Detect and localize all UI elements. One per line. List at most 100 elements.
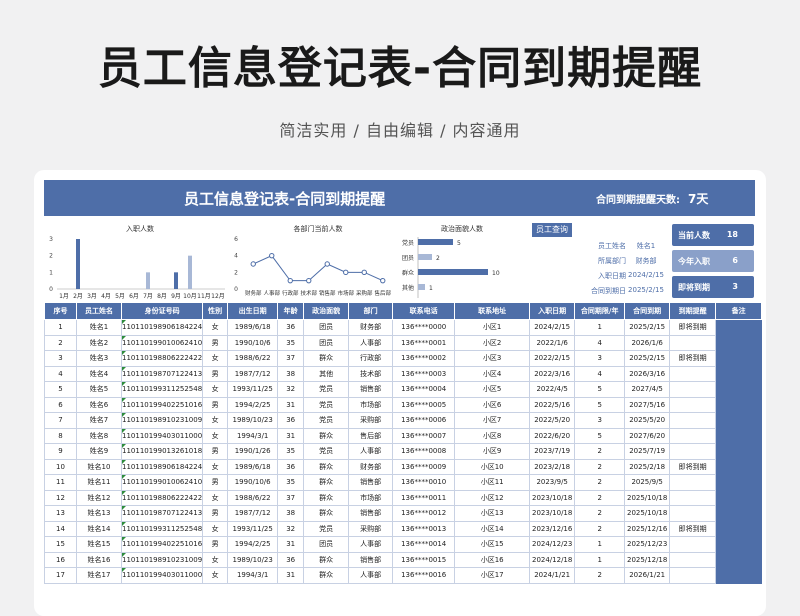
table-cell[interactable]: 小区8 xyxy=(454,427,531,444)
table-cell[interactable]: 姓名16 xyxy=(76,551,122,568)
table-cell[interactable]: 35 xyxy=(277,474,305,491)
table-cell[interactable] xyxy=(669,412,717,429)
table-cell[interactable]: 1988/6/22 xyxy=(227,489,279,506)
table-cell[interactable]: 11011019940301​1000 xyxy=(120,427,204,444)
table-cell[interactable] xyxy=(715,334,763,351)
table-cell[interactable]: 16 xyxy=(44,551,77,568)
table-cell[interactable]: 3 xyxy=(44,350,77,367)
table-cell[interactable]: 小区1 xyxy=(454,319,531,336)
table-cell[interactable]: 5 xyxy=(574,427,626,444)
table-cell[interactable]: 11011019891023​1009 xyxy=(120,551,204,568)
table-cell[interactable]: 2022/2/15 xyxy=(529,350,576,367)
table-cell[interactable]: 31 xyxy=(277,396,305,413)
table-cell[interactable]: 2 xyxy=(574,505,626,522)
table-cell[interactable]: 姓名13 xyxy=(76,505,122,522)
table-cell[interactable]: 女 xyxy=(202,412,229,429)
table-cell[interactable]: 136****0012 xyxy=(392,505,456,522)
table-cell[interactable]: 11011019901006​2410 xyxy=(120,474,204,491)
table-cell[interactable]: 2 xyxy=(574,474,626,491)
table-cell[interactable]: 1990/10/6 xyxy=(227,474,279,491)
table-row[interactable]: 16 姓名16 11011019891023​1009 女 1989/10/23 36 群众… xyxy=(44,551,763,568)
table-cell[interactable]: 女 xyxy=(202,427,229,444)
column-header[interactable]: 联系地址 xyxy=(454,302,531,320)
table-cell[interactable]: 2022/6/20 xyxy=(529,427,576,444)
table-cell[interactable]: 136****0007 xyxy=(392,427,456,444)
table-cell[interactable]: 17 xyxy=(44,567,77,584)
table-cell[interactable]: 2 xyxy=(574,443,626,460)
table-cell[interactable]: 15 xyxy=(44,536,77,553)
table-cell[interactable]: 小区7 xyxy=(454,412,531,429)
table-cell[interactable]: 1989/6/18 xyxy=(227,319,279,336)
column-header[interactable]: 年龄 xyxy=(277,302,305,320)
table-cell[interactable]: 团员 xyxy=(303,536,350,553)
table-cell[interactable]: 2023/9/5 xyxy=(529,474,576,491)
table-cell[interactable]: 2027/4/5 xyxy=(624,381,671,398)
table-cell[interactable]: 10 xyxy=(44,458,77,475)
table-cell[interactable]: 4 xyxy=(574,334,626,351)
table-cell[interactable]: 11011019870712​2413 xyxy=(120,365,204,382)
table-cell[interactable]: 11011019931125​2548 xyxy=(120,520,204,537)
table-cell[interactable] xyxy=(715,536,763,553)
table-cell[interactable]: 5 xyxy=(574,381,626,398)
table-cell[interactable]: 男 xyxy=(202,443,229,460)
table-cell[interactable] xyxy=(715,551,763,568)
table-cell[interactable]: 小区2 xyxy=(454,334,531,351)
table-cell[interactable]: 2025/12/16 xyxy=(624,520,671,537)
table-cell[interactable]: 4 xyxy=(44,365,77,382)
table-cell[interactable]: 群众 xyxy=(303,551,350,568)
table-cell[interactable]: 2026/1/21 xyxy=(624,567,671,584)
table-cell[interactable]: 8 xyxy=(44,427,77,444)
table-cell[interactable]: 35 xyxy=(277,443,305,460)
table-cell[interactable]: 3 xyxy=(574,412,626,429)
table-cell[interactable]: 136****0013 xyxy=(392,520,456,537)
table-cell[interactable]: 14 xyxy=(44,520,77,537)
table-cell[interactable]: 群众 xyxy=(303,427,350,444)
table-cell[interactable]: 群众 xyxy=(303,505,350,522)
table-cell[interactable]: 11011019940301​1000 xyxy=(120,567,204,584)
table-cell[interactable]: 11011019901006​2410 xyxy=(120,334,204,351)
table-cell[interactable]: 姓名9 xyxy=(76,443,122,460)
table-cell[interactable]: 2027/6/20 xyxy=(624,427,671,444)
column-header[interactable]: 备注 xyxy=(715,302,763,320)
table-cell[interactable]: 小区12 xyxy=(454,489,531,506)
column-header[interactable]: 入职日期 xyxy=(529,302,576,320)
table-cell[interactable]: 32 xyxy=(277,381,305,398)
table-cell[interactable]: 2 xyxy=(574,520,626,537)
table-cell[interactable]: 2022/1/6 xyxy=(529,334,576,351)
table-cell[interactable]: 11011019870712​2413 xyxy=(120,505,204,522)
table-cell[interactable]: 男 xyxy=(202,536,229,553)
table-cell[interactable] xyxy=(715,427,763,444)
table-row[interactable]: 13 姓名13 11011019870712​2413 男 1987/7/12 38 群众销… xyxy=(44,505,763,522)
table-cell[interactable] xyxy=(669,505,717,522)
table-cell[interactable]: 2022/3/16 xyxy=(529,365,576,382)
table-cell[interactable] xyxy=(669,551,717,568)
column-header[interactable]: 合同期限/年 xyxy=(574,302,626,320)
table-cell[interactable]: 党员 xyxy=(303,381,350,398)
table-cell[interactable]: 2022/5/20 xyxy=(529,412,576,429)
table-cell[interactable]: 财务部 xyxy=(348,319,394,336)
table-cell[interactable]: 男 xyxy=(202,334,229,351)
table-cell[interactable]: 11 xyxy=(44,474,77,491)
table-cell[interactable]: 女 xyxy=(202,319,229,336)
table-cell[interactable]: 2024/12/18 xyxy=(529,551,576,568)
table-cell[interactable] xyxy=(669,489,717,506)
table-cell[interactable] xyxy=(669,536,717,553)
table-cell[interactable]: 2022/5/16 xyxy=(529,396,576,413)
table-cell[interactable]: 136****0009 xyxy=(392,458,456,475)
table-cell[interactable]: 38 xyxy=(277,505,305,522)
table-cell[interactable]: 2027/5/16 xyxy=(624,396,671,413)
table-row[interactable]: 15 姓名15 11011019940225​1016 男 1994/2/25 31 团员人… xyxy=(44,536,763,553)
table-cell[interactable]: 136****0011 xyxy=(392,489,456,506)
table-cell[interactable]: 市场部 xyxy=(348,396,394,413)
table-cell[interactable]: 小区13 xyxy=(454,505,531,522)
table-cell[interactable]: 2024/1/21 xyxy=(529,567,576,584)
table-cell[interactable]: 即将到期 xyxy=(669,319,717,336)
table-cell[interactable]: 党员 xyxy=(303,412,350,429)
table-cell[interactable]: 4 xyxy=(574,365,626,382)
employee-query-button[interactable]: 员工查询 xyxy=(532,223,572,237)
table-cell[interactable]: 11011019901326​1018 xyxy=(120,443,204,460)
table-cell[interactable]: 31 xyxy=(277,427,305,444)
column-header[interactable]: 身份证号码 xyxy=(120,302,204,320)
table-cell[interactable]: 姓名2 xyxy=(76,334,122,351)
table-cell[interactable]: 女 xyxy=(202,381,229,398)
